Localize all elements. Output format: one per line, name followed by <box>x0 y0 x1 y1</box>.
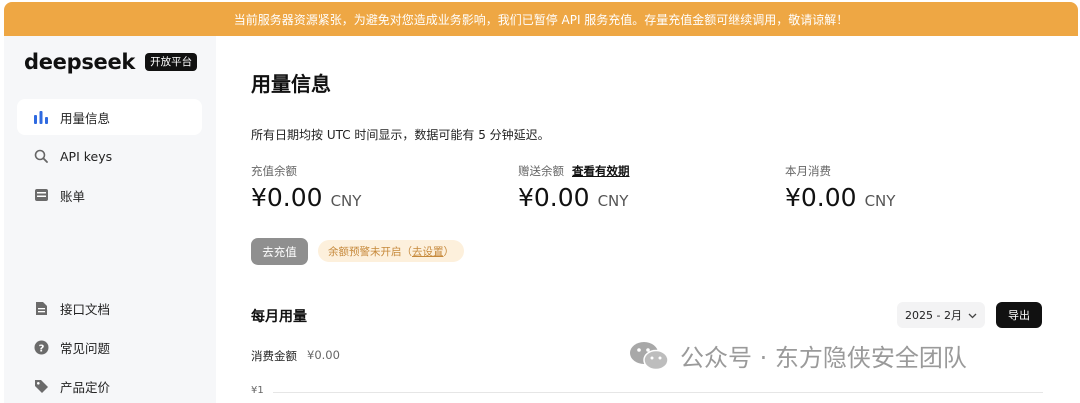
sidebar-item-label: 接口文档 <box>60 301 111 317</box>
watermark-text: 公众号 · 东方隐侠安全团队 <box>680 344 967 372</box>
sidebar-item-pricing[interactable]: 产品定价 <box>17 368 202 403</box>
sidebar-item-api-keys[interactable]: API keys <box>17 138 202 174</box>
stat-label: 本月消费 <box>785 164 831 178</box>
wechat-icon <box>628 340 670 372</box>
watermark: 公众号 · 东方隐侠安全团队 <box>628 338 967 373</box>
stat-label: 充值余额 <box>251 164 297 178</box>
sidebar-item-label: 产品定价 <box>60 379 111 395</box>
alert-end: ） <box>443 245 455 258</box>
sidebar-item-faq[interactable]: ? 常见问题 <box>17 329 202 365</box>
view-validity-link[interactable]: 查看有效期 <box>572 163 630 179</box>
bar-chart-icon <box>33 109 49 125</box>
stat-label: 赠送余额 <box>518 164 564 178</box>
spend-amount-row: 消费金额 ¥0.00 <box>251 348 340 364</box>
sidebar-item-bill[interactable]: 账单 <box>17 177 202 213</box>
search-icon <box>33 148 49 164</box>
sidebar: deepseek 开放平台 用量信息 API keys 账单 接口文档 ? 常见… <box>4 36 216 403</box>
gift-balance: 赠送余额 查看有效期 ¥0.00 CNY <box>518 163 630 212</box>
stat-unit: CNY <box>330 192 362 210</box>
stat-amount: ¥0.00 <box>251 183 323 212</box>
recharge-balance: 充值余额 ¥0.00 CNY <box>251 163 361 212</box>
banner-text: 当前服务器资源紧张，为避免对您造成业务影响，我们已暂停 API 服务充值。存量充… <box>233 12 849 27</box>
month-select[interactable]: 2025 - 2月 <box>897 302 985 328</box>
sidebar-item-label: 用量信息 <box>60 110 111 126</box>
monthly-spend: 本月消费 ¥0.00 CNY <box>785 163 895 212</box>
logo-text: deepseek <box>24 50 136 74</box>
stat-unit: CNY <box>864 192 896 210</box>
month-select-value: 2025 - 2月 <box>905 309 962 322</box>
alert-settings-link[interactable]: 去设置 <box>412 244 444 259</box>
sidebar-item-label: API keys <box>60 148 113 164</box>
alert-text: 余额预警未开启（ <box>328 245 412 258</box>
sidebar-item-usage[interactable]: 用量信息 <box>17 99 202 135</box>
recharge-button[interactable]: 去充值 <box>251 238 308 265</box>
question-icon: ? <box>33 339 49 355</box>
chevron-down-icon <box>968 309 977 322</box>
svg-text:?: ? <box>38 343 44 354</box>
sidebar-item-label: 账单 <box>60 188 86 204</box>
export-button[interactable]: 导出 <box>996 302 1042 328</box>
tag-icon <box>33 378 49 394</box>
timezone-note: 所有日期均按 UTC 时间显示，数据可能有 5 分钟延迟。 <box>251 128 550 142</box>
logo-badge: 开放平台 <box>145 53 198 71</box>
service-notice-banner: 当前服务器资源紧张，为避免对您造成业务影响，我们已暂停 API 服务充值。存量充… <box>4 2 1078 36</box>
y-axis-tick: ¥1 <box>251 385 264 396</box>
stat-amount: ¥0.00 <box>785 183 857 212</box>
chart-gridline <box>273 392 1043 393</box>
bill-icon <box>33 187 49 203</box>
monthly-usage-title: 每月用量 <box>251 309 307 325</box>
document-icon <box>33 300 49 316</box>
stat-amount: ¥0.00 <box>518 183 590 212</box>
page-title: 用量信息 <box>251 72 331 96</box>
sidebar-item-label: 常见问题 <box>60 340 111 356</box>
stat-unit: CNY <box>597 192 629 210</box>
spend-label: 消费金额 <box>251 349 297 363</box>
spend-value: ¥0.00 <box>307 348 340 362</box>
sidebar-item-docs[interactable]: 接口文档 <box>17 290 202 326</box>
balance-alert-badge: 余额预警未开启（ 去设置） <box>318 240 464 262</box>
brand-logo[interactable]: deepseek 开放平台 <box>24 50 198 74</box>
